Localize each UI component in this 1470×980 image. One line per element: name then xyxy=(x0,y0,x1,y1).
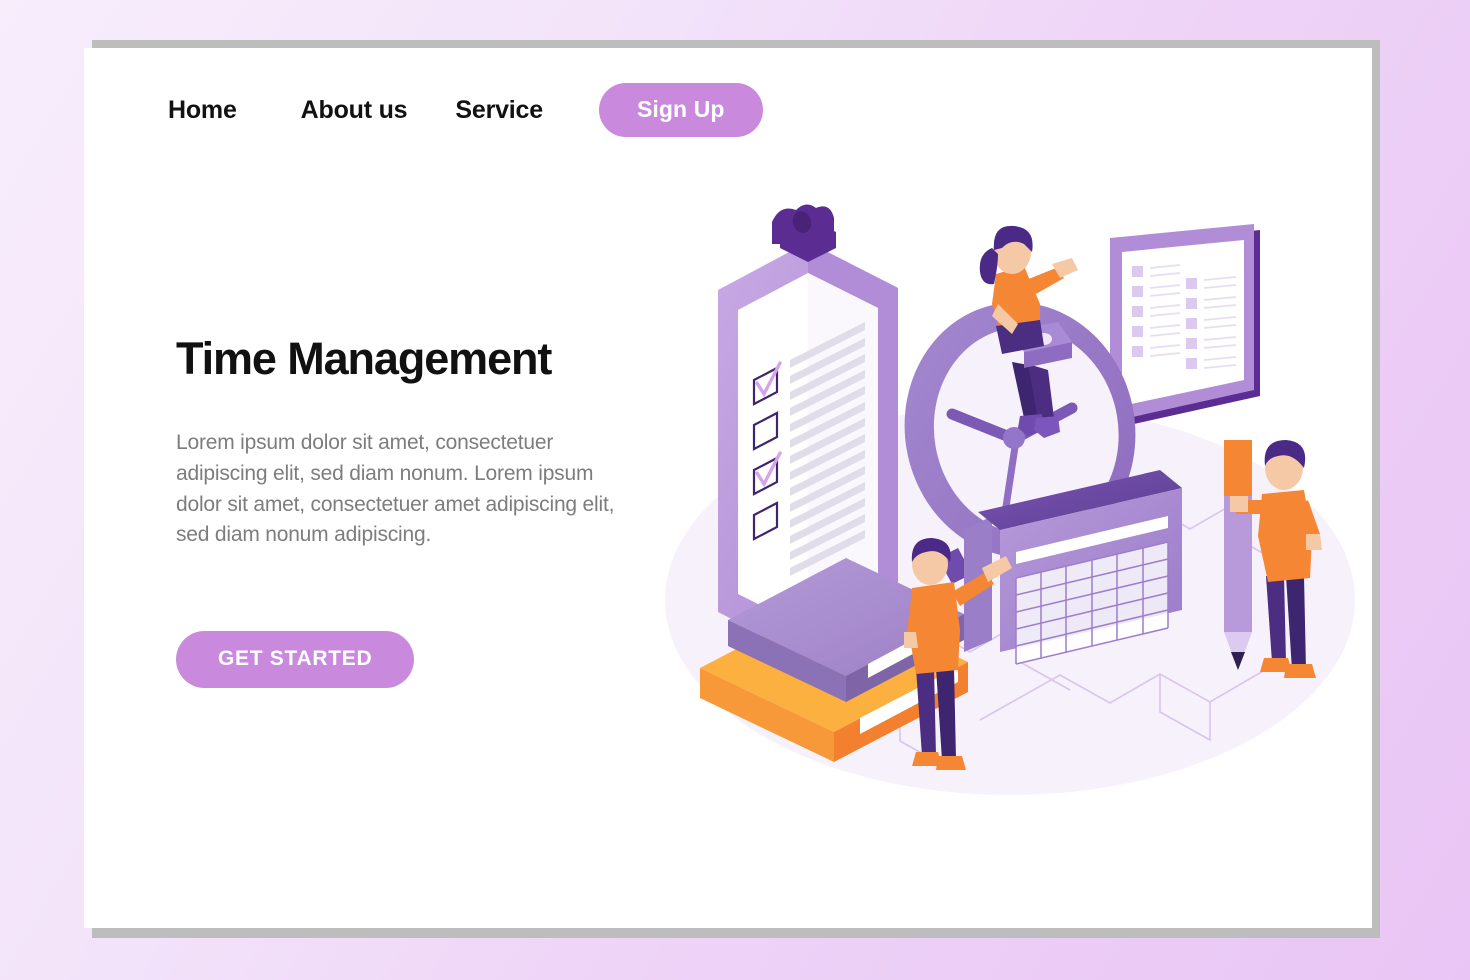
giant-pencil xyxy=(1224,440,1252,670)
sign-up-button[interactable]: Sign Up xyxy=(598,83,763,137)
nav-item-service[interactable]: Service xyxy=(455,96,543,125)
hero-text-block: Time Management Lorem ipsum dolor sit am… xyxy=(176,335,676,551)
page-title: Time Management xyxy=(176,333,552,384)
nav-item-about-us[interactable]: About us xyxy=(301,96,408,125)
list-document-panel xyxy=(1110,224,1260,428)
main-navigation: Home About us Service Sign Up xyxy=(84,55,1372,165)
nav-item-home[interactable]: Home xyxy=(168,96,237,125)
hero-description: Lorem ipsum dolor sit amet, consectetuer… xyxy=(176,431,615,547)
get-started-button[interactable]: GET STARTED xyxy=(176,631,415,688)
time-management-illustration xyxy=(620,200,1380,840)
